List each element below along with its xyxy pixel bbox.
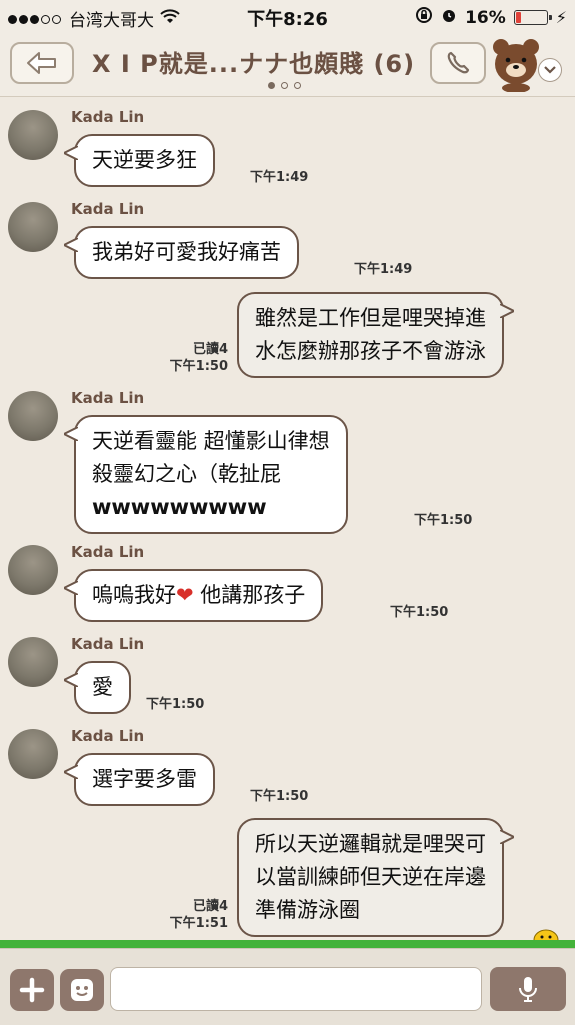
message-time: 下午1:49 [250, 170, 309, 185]
message-text: 以當訓練師但天逆在岸邊 [255, 865, 486, 889]
message-bubble[interactable]: 天逆看靈能 超懂影山律想 殺靈幻之心（乾扯屁 wwwwwwwww [64, 415, 348, 534]
plus-icon [19, 977, 45, 1003]
sender-name: Kada Lin [71, 635, 145, 653]
message-time: 下午1:49 [354, 262, 413, 277]
message-text: 嗚嗚我好❤ 他講那孩子 [92, 579, 305, 612]
message-time: 下午1:51 [169, 916, 228, 931]
chat-header: X I P就是...ナナ也頗賤 (6) [0, 32, 575, 97]
status-right: 16% ⚡ [415, 6, 567, 29]
message-text: 天逆看靈能 超懂影山律想 [92, 429, 330, 453]
message-text-part: 嗚嗚我好 [92, 583, 176, 607]
back-arrow-icon [27, 52, 56, 74]
message-time: 下午1:50 [414, 513, 473, 528]
message-text: 水怎麼辦那孩子不會游泳 [255, 339, 486, 363]
message-text: 選字要多雷 [92, 767, 197, 791]
page-dot [294, 82, 301, 89]
avatar[interactable] [8, 110, 58, 160]
chat-title[interactable]: X I P就是...ナナ也頗賤 (6) [92, 44, 422, 79]
page-indicator [268, 82, 301, 89]
message-time: 下午1:50 [169, 359, 228, 374]
input-bar [0, 948, 575, 1025]
battery-icon [513, 10, 552, 25]
message-bubble[interactable]: 雖然是工作但是哩哭掉進 水怎麼辦那孩子不會游泳 [237, 292, 514, 378]
sender-name: Kada Lin [71, 727, 145, 745]
divider-strip [0, 940, 575, 948]
message-time: 下午1:50 [146, 697, 205, 712]
sender-name: Kada Lin [71, 543, 145, 561]
voice-button[interactable] [490, 967, 566, 1011]
avatar[interactable] [8, 545, 58, 595]
message-bubble[interactable]: 天逆要多狂 [64, 134, 215, 187]
add-button[interactable] [10, 969, 54, 1011]
phone-icon [447, 51, 470, 74]
sticker-button[interactable] [60, 969, 104, 1011]
message-text: 天逆要多狂 [92, 148, 197, 172]
avatar[interactable] [8, 729, 58, 779]
sender-name: Kada Lin [71, 389, 145, 407]
heart-icon: ❤ [176, 583, 194, 607]
message-bubble[interactable]: 愛 [64, 661, 131, 714]
status-bar: 台湾大哥大 下午8:26 16% ⚡ [0, 0, 575, 32]
alarm-icon [441, 7, 457, 28]
message-bubble[interactable]: 所以天逆邏輯就是哩哭可 以當訓練師但天逆在岸邊 準備游泳圈 [237, 818, 514, 937]
call-button[interactable] [430, 42, 486, 84]
message-text-part: 他講那孩子 [193, 583, 306, 607]
message-input[interactable] [110, 967, 482, 1011]
charging-icon: ⚡ [555, 8, 567, 27]
message-text: 準備游泳圈 [255, 898, 360, 922]
message-time: 下午1:50 [390, 605, 449, 620]
avatar[interactable] [8, 391, 58, 441]
message-time: 下午1:50 [250, 789, 309, 804]
message-text: 殺靈幻之心（乾扯屁 [92, 462, 281, 486]
smiley-icon [71, 979, 93, 1001]
message-bubble[interactable]: 嗚嗚我好❤ 他講那孩子 [64, 569, 324, 622]
back-button[interactable] [10, 42, 74, 84]
message-text: 愛 [92, 675, 113, 699]
message-bubble[interactable]: 我弟好可愛我好痛苦 [64, 226, 299, 279]
message-text: 我弟好可愛我好痛苦 [92, 240, 281, 264]
page-dot [268, 82, 275, 89]
avatar[interactable] [8, 202, 58, 252]
sender-name: Kada Lin [71, 200, 145, 218]
message-text: 所以天逆邏輯就是哩哭可 [255, 832, 486, 856]
message-bubble[interactable]: 選字要多雷 [64, 753, 215, 806]
chevron-down-icon[interactable] [538, 58, 562, 82]
rotation-lock-icon [415, 6, 433, 29]
bear-sticker-icon[interactable] [490, 36, 542, 93]
battery-percent: 16% [465, 7, 506, 28]
message-text: wwwwwwwww [92, 495, 267, 519]
microphone-icon [519, 977, 537, 1002]
message-text: 雖然是工作但是哩哭掉進 [255, 306, 486, 330]
page-dot [281, 82, 288, 89]
avatar[interactable] [8, 637, 58, 687]
sender-name: Kada Lin [71, 108, 145, 126]
